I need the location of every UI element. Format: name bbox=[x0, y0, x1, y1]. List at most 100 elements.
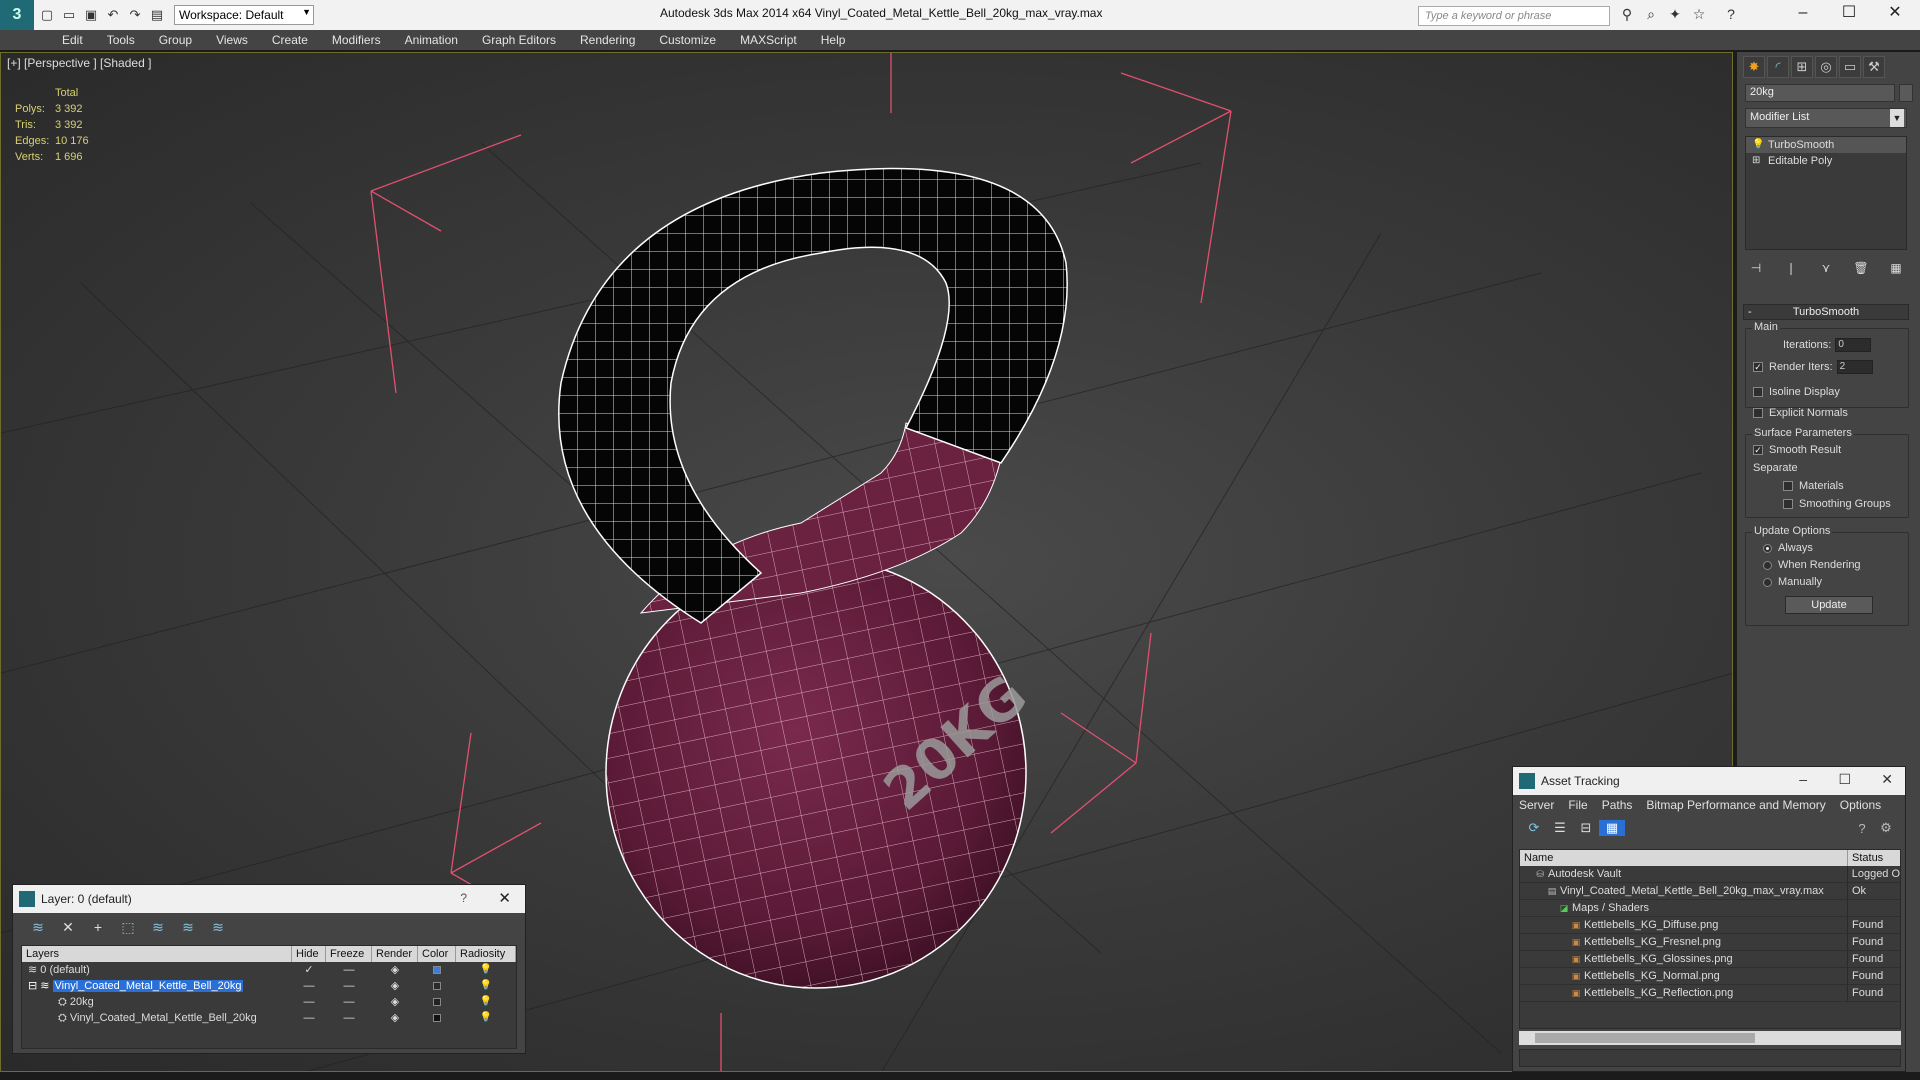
hide-toggle[interactable]: ✓ bbox=[292, 962, 326, 978]
layer-help-button[interactable]: ? bbox=[460, 891, 467, 905]
col-color[interactable]: Color bbox=[418, 946, 456, 962]
viewport-label[interactable]: [+] [Perspective ] [Shaded ] bbox=[7, 56, 151, 70]
help-icon[interactable]: ? bbox=[1849, 821, 1875, 836]
asset-row[interactable]: ▣ Kettlebells_KG_Glossines.png Found bbox=[1520, 951, 1900, 968]
menu-edit[interactable]: Edit bbox=[50, 33, 95, 47]
maximize-button[interactable]: ☐ bbox=[1838, 771, 1851, 788]
menu-animation[interactable]: Animation bbox=[393, 33, 470, 47]
render-iters-spinner[interactable]: 2 bbox=[1836, 360, 1873, 374]
menu-create[interactable]: Create bbox=[260, 33, 320, 47]
hide-toggle[interactable]: — bbox=[292, 994, 326, 1010]
menu-graph-editors[interactable]: Graph Editors bbox=[470, 33, 568, 47]
minimize-button[interactable]: – bbox=[1799, 771, 1807, 787]
layer-dialog-titlebar[interactable]: Layer: 0 (default) ? ✕ bbox=[13, 885, 525, 913]
menu-maxscript[interactable]: MAXScript bbox=[728, 33, 809, 47]
when-rendering-radio[interactable] bbox=[1763, 560, 1772, 570]
favorites-star-icon[interactable]: ☆ bbox=[1690, 6, 1708, 24]
materials-checkbox[interactable] bbox=[1783, 481, 1793, 492]
asset-row[interactable]: ⛁ Autodesk Vault Logged O bbox=[1520, 866, 1900, 883]
subscription-icon[interactable]: ✦ bbox=[1666, 6, 1684, 24]
stack-item-turbosmooth[interactable]: 💡 TurboSmooth bbox=[1746, 137, 1906, 153]
layer-close-icon[interactable]: ✕ bbox=[498, 889, 511, 907]
table-view-icon[interactable]: ▦ bbox=[1599, 820, 1625, 836]
radiosity-bulb-icon[interactable]: 💡 bbox=[456, 978, 516, 994]
render-toggle[interactable]: ◈ bbox=[372, 978, 418, 994]
smooth-result-checkbox[interactable]: ✓ bbox=[1753, 445, 1763, 456]
asset-row[interactable]: ▣ Kettlebells_KG_Fresnel.png Found bbox=[1520, 934, 1900, 951]
asset-row[interactable]: ◪ Maps / Shaders bbox=[1520, 900, 1900, 917]
search-icon[interactable]: ⌕ bbox=[1642, 6, 1660, 24]
pin-stack-icon[interactable]: ⊣ bbox=[1745, 258, 1767, 278]
display-tab-icon[interactable]: ▭ bbox=[1839, 56, 1861, 78]
object-name-field[interactable]: 20kg bbox=[1745, 84, 1895, 102]
motion-tab-icon[interactable]: ◎ bbox=[1815, 56, 1837, 78]
freeze-toggle[interactable]: — bbox=[326, 1010, 372, 1026]
show-end-result-icon[interactable]: ❘ bbox=[1780, 258, 1802, 278]
create-tab-icon[interactable]: ✸ bbox=[1743, 56, 1765, 78]
asset-row[interactable]: ▣ Kettlebells_KG_Reflection.png Found bbox=[1520, 985, 1900, 1002]
menu-server[interactable]: Server bbox=[1519, 798, 1554, 812]
menu-bitmap-performance[interactable]: Bitmap Performance and Memory bbox=[1646, 798, 1825, 812]
highlight-selected-icon[interactable]: ≋ bbox=[143, 919, 173, 936]
col-freeze[interactable]: Freeze bbox=[326, 946, 372, 962]
layer-row[interactable]: ⛭ 20kg — — ◈ 💡 bbox=[22, 994, 516, 1010]
help-icon[interactable]: ? bbox=[1722, 6, 1740, 24]
modify-tab-icon[interactable]: ◜ bbox=[1767, 56, 1789, 78]
hide-toggle[interactable]: — bbox=[292, 1010, 326, 1026]
isoline-checkbox[interactable] bbox=[1753, 387, 1763, 398]
add-to-layer-icon[interactable]: + bbox=[83, 919, 113, 935]
menu-paths[interactable]: Paths bbox=[1602, 798, 1633, 812]
update-button[interactable]: Update bbox=[1785, 596, 1873, 614]
close-button[interactable]: ✕ bbox=[1881, 771, 1893, 788]
utilities-tab-icon[interactable]: ⚒ bbox=[1863, 56, 1885, 78]
freeze-toggle[interactable]: — bbox=[326, 962, 372, 978]
hierarchy-tab-icon[interactable]: ⊞ bbox=[1791, 56, 1813, 78]
col-status[interactable]: Status bbox=[1848, 850, 1883, 866]
radiosity-bulb-icon[interactable]: 💡 bbox=[456, 1010, 516, 1026]
stack-item-editable-poly[interactable]: ⊞ Editable Poly bbox=[1746, 153, 1906, 169]
search-input[interactable]: Type a keyword or phrase bbox=[1418, 6, 1610, 26]
menu-options[interactable]: Options bbox=[1840, 798, 1881, 812]
expand-plus-icon[interactable]: ⊞ bbox=[1752, 153, 1760, 169]
col-name[interactable]: Name bbox=[1520, 850, 1848, 866]
close-button[interactable]: ✕ bbox=[1872, 0, 1918, 30]
turbosmooth-rollout-header[interactable]: - TurboSmooth bbox=[1743, 304, 1909, 320]
new-file-icon[interactable]: ▢ bbox=[38, 6, 56, 24]
radiosity-bulb-icon[interactable]: 💡 bbox=[456, 962, 516, 978]
remove-modifier-icon[interactable]: 🗑 bbox=[1850, 258, 1872, 278]
col-layers[interactable]: Layers bbox=[22, 946, 292, 962]
maximize-button[interactable]: ☐ bbox=[1826, 0, 1872, 30]
object-color-swatch[interactable] bbox=[1899, 84, 1913, 102]
configure-modifier-sets-icon[interactable]: ▦ bbox=[1885, 258, 1907, 278]
hide-toggle[interactable]: — bbox=[292, 978, 326, 994]
iterations-spinner[interactable]: 0 bbox=[1835, 338, 1872, 352]
horizontal-scrollbar[interactable] bbox=[1519, 1031, 1901, 1045]
menu-help[interactable]: Help bbox=[809, 33, 858, 47]
freeze-toggle[interactable]: — bbox=[326, 978, 372, 994]
app-logo[interactable]: 3 bbox=[0, 0, 34, 30]
menu-file[interactable]: File bbox=[1568, 798, 1587, 812]
redo-icon[interactable]: ↷ bbox=[126, 6, 144, 24]
render-iters-checkbox[interactable]: ✓ bbox=[1753, 362, 1763, 372]
menu-tools[interactable]: Tools bbox=[95, 33, 147, 47]
menu-views[interactable]: Views bbox=[204, 33, 260, 47]
layer-color-swatch[interactable] bbox=[433, 998, 441, 1006]
settings-icon[interactable]: ⚙ bbox=[1873, 820, 1899, 836]
asset-row[interactable]: ▤ Vinyl_Coated_Metal_Kettle_Bell_20kg_max… bbox=[1520, 883, 1900, 900]
col-render[interactable]: Render bbox=[372, 946, 418, 962]
manually-radio[interactable] bbox=[1763, 577, 1772, 587]
layer-row[interactable]: ⊟ ≋ Vinyl_Coated_Metal_Kettle_Bell_20kg … bbox=[22, 978, 516, 994]
freeze-all-icon[interactable]: ≋ bbox=[203, 919, 233, 936]
collapse-icon[interactable]: ⊟ ≋ bbox=[28, 980, 53, 992]
minimize-button[interactable]: – bbox=[1780, 0, 1826, 30]
hide-all-icon[interactable]: ≋ bbox=[173, 919, 203, 936]
project-folder-icon[interactable]: ▤ bbox=[148, 6, 166, 24]
select-objects-icon[interactable]: ⬚ bbox=[113, 919, 143, 936]
layer-color-swatch[interactable] bbox=[433, 966, 441, 974]
asset-tracking-titlebar[interactable]: Asset Tracking – ☐ ✕ bbox=[1513, 767, 1905, 795]
undo-icon[interactable]: ↶ bbox=[104, 6, 122, 24]
save-icon[interactable]: ▣ bbox=[82, 6, 100, 24]
layer-row[interactable]: ≋ 0 (default) ✓ — ◈ 💡 bbox=[22, 962, 516, 978]
new-layer-icon[interactable]: ≋ bbox=[23, 919, 53, 936]
menu-modifiers[interactable]: Modifiers bbox=[320, 33, 393, 47]
